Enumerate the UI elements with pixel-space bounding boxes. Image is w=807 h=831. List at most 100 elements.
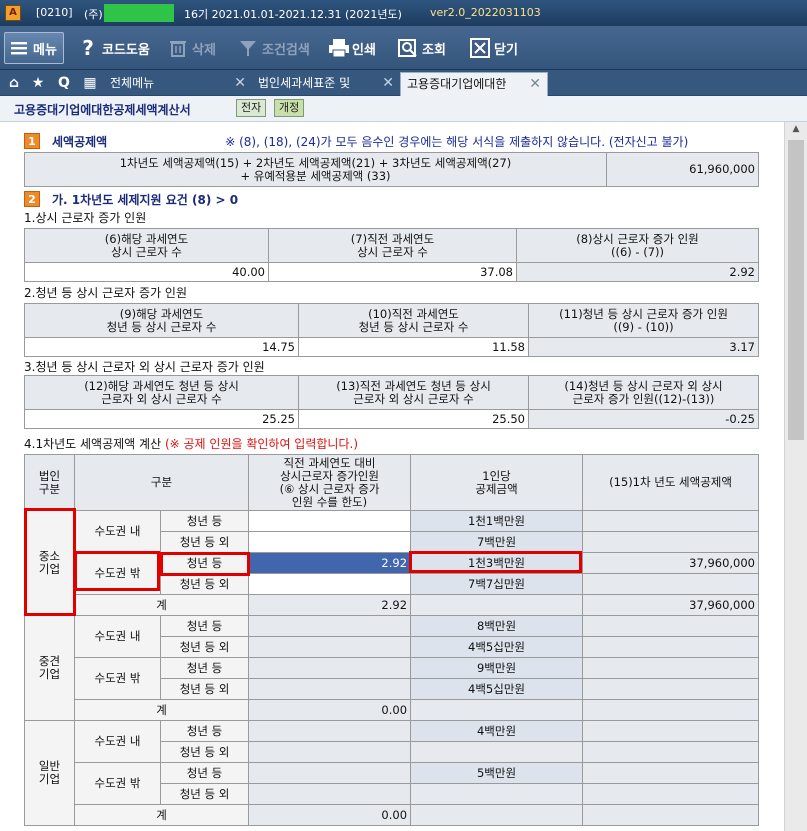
total-blank [410,594,584,616]
hamburger-icon [9,38,29,58]
total-label: 계 [73,699,250,721]
group-midsize: 중견 기업 [24,615,75,721]
tab-close-icon[interactable]: ✕ [234,72,246,94]
prior-youth-value[interactable]: 11.58 [298,337,529,357]
scroll-thumb[interactable] [788,140,804,440]
tab-all-menu[interactable]: 전체메뉴 ✕ [104,72,252,96]
window-code: [0210] [36,6,73,19]
sub3-label: 3.청년 등 상시 근로자 외 상시 근로자 증가 인원 [24,360,265,374]
tab-corporate-tax[interactable]: 법인세과세표준 및 ✕ [252,72,400,96]
home-icon[interactable]: ⌂ [4,73,24,93]
increase-input[interactable] [248,615,412,637]
current-workers-value[interactable]: 40.00 [24,262,269,282]
formula-line: + 유예적용분 세액공제액 (33) [240,168,391,183]
sub4-note: (※ 공제 인원을 확인하여 입력합니다.) [164,437,359,451]
type-label: 청년 등 외 [159,783,250,805]
increase-input[interactable] [248,531,412,553]
scroll-up-icon[interactable]: ▲ [788,124,804,138]
tab-close-icon[interactable]: ✕ [529,73,541,95]
increase-input[interactable] [248,720,412,742]
total-credit-value[interactable]: 61,960,000 [606,152,759,187]
electronic-badge[interactable]: 전자 [236,99,267,117]
favorites-star-icon[interactable]: ★ [28,73,48,93]
type-label: 청년 등 외 [159,531,250,553]
region-label: 수도권 밖 [74,552,161,595]
group-general: 일반 기업 [24,720,75,826]
delete-button[interactable]: 삭제 [168,32,216,64]
per-person-amount [410,741,584,763]
increase-input[interactable] [248,573,412,595]
section-title: 세액공제액 [52,134,108,149]
type-label: 청년 등 외 [159,741,250,763]
per-person-amount: 8백만원 [410,615,584,637]
sub4-title: 4.1차년도 세액공제액 계산 [24,437,162,451]
per-person-amount: 7백7십만원 [410,573,584,595]
formula-line: 1차년도 세액공제액(15) + 2차년도 세액공제액(21) + 3차년도 세… [119,155,512,170]
increase-input[interactable] [248,678,412,700]
view-button[interactable]: 조회 [398,32,446,64]
col-header-credit: (15)1차 년도 세액공제액 [582,454,760,511]
formula-cell: 1차년도 세액공제액(15) + 2차년도 세액공제액(21) + 3차년도 세… [24,152,607,187]
col-header: (10)직전 과세연도 청년 등 상시 근로자 수 [298,303,529,338]
filter-icon [238,38,258,58]
menu-label: 메뉴 [33,42,57,58]
increase-input[interactable] [248,762,412,784]
menu-button[interactable]: 메뉴 [4,32,64,64]
increase-input[interactable] [248,510,412,532]
sub4-label: 4.1차년도 세액공제액 계산 (※ 공제 인원을 확인하여 입력합니다.) [24,435,358,451]
region-label: 수도권 밖 [74,762,161,805]
company-name-mask [104,4,174,22]
col-header: (8)상시 근로자 증가 인원 ((6) - (7)) [516,228,759,263]
type-label: 청년 등 [159,615,250,637]
per-person-amount: 7백만원 [410,531,584,553]
credit-amount [582,741,760,763]
prior-workers-value[interactable]: 37.08 [268,262,517,282]
question-icon: ? [82,36,94,60]
tab-close-icon[interactable]: ✕ [382,72,394,94]
col-header: (11)청년 등 상시 근로자 증가 인원 ((9) - (10)) [528,303,759,338]
credit-amount [582,720,760,742]
increase-input-selected[interactable]: 2.92 [248,552,412,574]
tab-bar: ⌂ ★ Q ▦ 전체메뉴 ✕ 법인세과세표준 및 ✕ 고용증대기업에대한 ✕ [0,70,807,96]
per-person-amount: 9백만원 [410,657,584,679]
total-label: 계 [73,804,250,826]
region-label: 수도권 밖 [74,657,161,700]
credit-amount [582,657,760,679]
search-condition-button[interactable]: 조건검색 [238,32,310,64]
total-credit: 37,960,000 [582,594,760,616]
increase-input[interactable] [248,657,412,679]
increase-input[interactable] [248,741,412,763]
print-button[interactable]: 인쇄 [328,32,376,64]
close-button[interactable]: 닫기 [470,32,518,64]
current-non-youth-value[interactable]: 25.25 [24,409,299,429]
per-person-amount [410,783,584,805]
tab-employment-credit[interactable]: 고용증대기업에대한 ✕ [400,72,548,96]
youth-increase-value: 3.17 [528,337,759,357]
col-header-per-person: 1인당 공제금액 [410,454,584,511]
credit-amount [582,531,760,553]
total-blank [410,699,584,721]
total-credit [582,699,760,721]
section-title: 가. 1차년도 세제지원 요건 (8) > 0 [52,192,239,207]
region-label: 수도권 내 [74,615,161,658]
increase-input[interactable] [248,636,412,658]
menu-grid-icon[interactable]: ▦ [80,73,100,93]
vertical-scrollbar[interactable]: ▲ [784,122,807,831]
quick-search-icon[interactable]: Q [54,73,74,93]
col-header-category: 구분 [73,454,250,511]
first-year-credit-table: 법인 구분 구분 직전 과세연도 대비 상시근로자 증가인원 (⑥ 상시 근로자… [24,454,760,826]
increase-input[interactable] [248,783,412,805]
credit-amount [582,510,760,532]
current-youth-value[interactable]: 14.75 [24,337,299,357]
type-label: 청년 등 [159,510,250,532]
non-youth-workers-table: (12)해당 과세연도 청년 등 상시 근로자 외 상시 근로자 수 (13)직… [24,375,759,429]
type-label: 청년 등 [159,552,250,574]
prior-non-youth-value[interactable]: 25.50 [298,409,529,429]
per-person-amount: 4백5십만원 [410,678,584,700]
revision-badge[interactable]: 개정 [274,99,305,117]
trash-icon [168,38,188,58]
print-label: 인쇄 [352,42,376,58]
title-bar: A [0210] (주) 16기 2021.01.01-2021.12.31 (… [0,0,807,26]
help-button[interactable]: ? 코드도움 [78,32,150,64]
regular-workers-table: (6)해당 과세연도 상시 근로자 수 (7)직전 과세연도 상시 근로자 수 … [24,228,759,282]
